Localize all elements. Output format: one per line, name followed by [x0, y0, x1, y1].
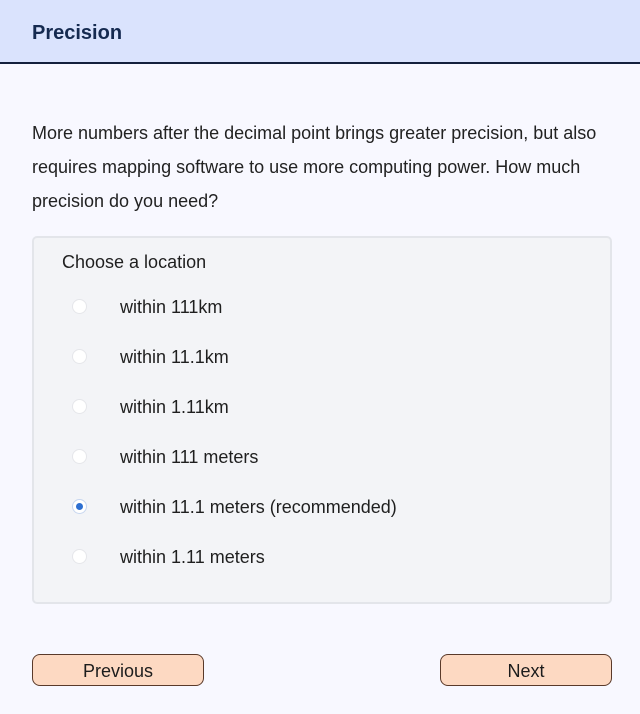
option-label: within 11.1 meters (recommended): [120, 497, 397, 517]
option-label: within 1.11 meters: [120, 547, 265, 567]
option-within-11-1-meters[interactable]: within 11.1 meters (recommended): [70, 492, 590, 522]
intro-text: More numbers after the decimal point bri…: [32, 123, 597, 211]
option-label: within 111km: [120, 297, 223, 317]
page-header: Precision: [0, 0, 640, 64]
next-button[interactable]: Next: [440, 654, 612, 686]
page-title: Precision: [32, 22, 123, 44]
radio-button[interactable]: [72, 349, 87, 364]
option-within-11-1km[interactable]: within 11.1km: [70, 342, 590, 372]
option-label: within 11.1km: [120, 347, 229, 367]
radio-button[interactable]: [72, 399, 87, 414]
question-legend: Choose a location: [62, 252, 207, 272]
option-label: within 1.11km: [120, 397, 229, 417]
option-label: within 111 meters: [120, 447, 259, 467]
radio-button[interactable]: [72, 449, 87, 464]
radio-button[interactable]: [72, 299, 87, 314]
previous-button[interactable]: Previous: [32, 654, 204, 686]
radio-button-selected[interactable]: [72, 499, 87, 514]
option-within-111-meters[interactable]: within 111 meters: [70, 442, 590, 472]
radio-button[interactable]: [72, 549, 87, 564]
precision-question-panel: Choose a location within 111km within 11…: [32, 236, 612, 604]
option-within-1-11-meters[interactable]: within 1.11 meters: [70, 542, 590, 572]
option-within-1-11km[interactable]: within 1.11km: [70, 392, 590, 422]
option-within-111km[interactable]: within 111km: [70, 292, 590, 322]
